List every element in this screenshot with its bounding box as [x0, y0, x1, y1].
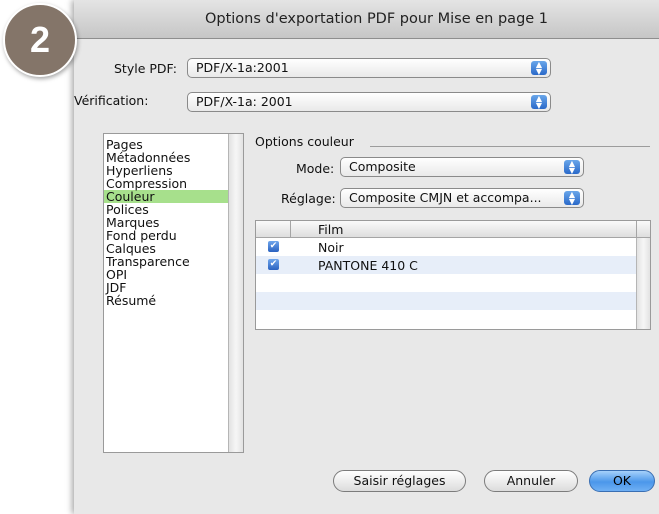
popup-arrows-icon: ▲ ▼ — [531, 61, 547, 76]
ok-button[interactable]: OK — [589, 470, 655, 492]
color-options-group-title: Options couleur — [255, 134, 354, 149]
step-number-badge: 2 — [3, 3, 77, 77]
table-row — [256, 310, 636, 328]
table-row — [256, 274, 636, 292]
sidebar-item-12[interactable]: Résumé — [104, 294, 228, 307]
category-items: Pages Métadonnées Hyperliens Compression Cou… — [104, 138, 228, 307]
category-list: Pages Métadonnées Hyperliens Compression Cou… — [103, 133, 244, 453]
mode-select[interactable]: Composite ▲ ▼ — [340, 157, 584, 177]
print-checkbox[interactable]: ✔ — [268, 259, 279, 270]
film-table: Film ✔ Noir ✔ PANTONE 410 C — [255, 220, 651, 330]
column-separator — [290, 221, 291, 237]
verification-label: Vérification: — [74, 93, 149, 108]
verification-value: PDF/X-1a: 2001 — [196, 94, 293, 109]
popup-arrows-icon: ▲ ▼ — [531, 95, 547, 110]
title-bar[interactable]: Options d'exportation PDF pour Mise en p… — [74, 0, 659, 39]
category-list-scrollbar[interactable] — [228, 134, 243, 452]
column-separator — [636, 221, 637, 237]
setting-select[interactable]: Composite CMJN et accompa... ▲ ▼ — [340, 188, 584, 208]
film-name: PANTONE 410 C — [318, 258, 418, 273]
setting-value: Composite CMJN et accompa... — [349, 190, 542, 205]
style-pdf-label: Style PDF: — [114, 61, 177, 76]
setting-label: Réglage: — [281, 191, 336, 206]
mode-value: Composite — [349, 159, 416, 174]
table-row — [256, 292, 636, 310]
table-row[interactable]: ✔ PANTONE 410 C — [256, 256, 636, 274]
style-pdf-value: PDF/X-1a:2001 — [196, 60, 289, 75]
table-row[interactable]: ✔ Noir — [256, 238, 636, 256]
popup-arrows-icon: ▲ ▼ — [564, 191, 580, 206]
group-divider — [370, 146, 650, 147]
mode-label: Mode: — [296, 161, 335, 176]
film-column-header[interactable]: Film — [318, 222, 343, 237]
window-title: Options d'exportation PDF pour Mise en p… — [204, 11, 549, 27]
pdf-export-dialog: Options d'exportation PDF pour Mise en p… — [74, 0, 659, 514]
film-name: Noir — [318, 240, 344, 255]
film-table-scrollbar[interactable] — [636, 238, 650, 329]
film-table-header: Film — [256, 221, 650, 238]
print-checkbox[interactable]: ✔ — [268, 241, 279, 252]
popup-arrows-icon: ▲ ▼ — [564, 160, 580, 175]
save-settings-button[interactable]: Saisir réglages — [333, 470, 466, 492]
style-pdf-select[interactable]: PDF/X-1a:2001 ▲ ▼ — [187, 58, 551, 78]
cancel-button[interactable]: Annuler — [484, 470, 578, 492]
verification-select[interactable]: PDF/X-1a: 2001 ▲ ▼ — [187, 92, 551, 112]
